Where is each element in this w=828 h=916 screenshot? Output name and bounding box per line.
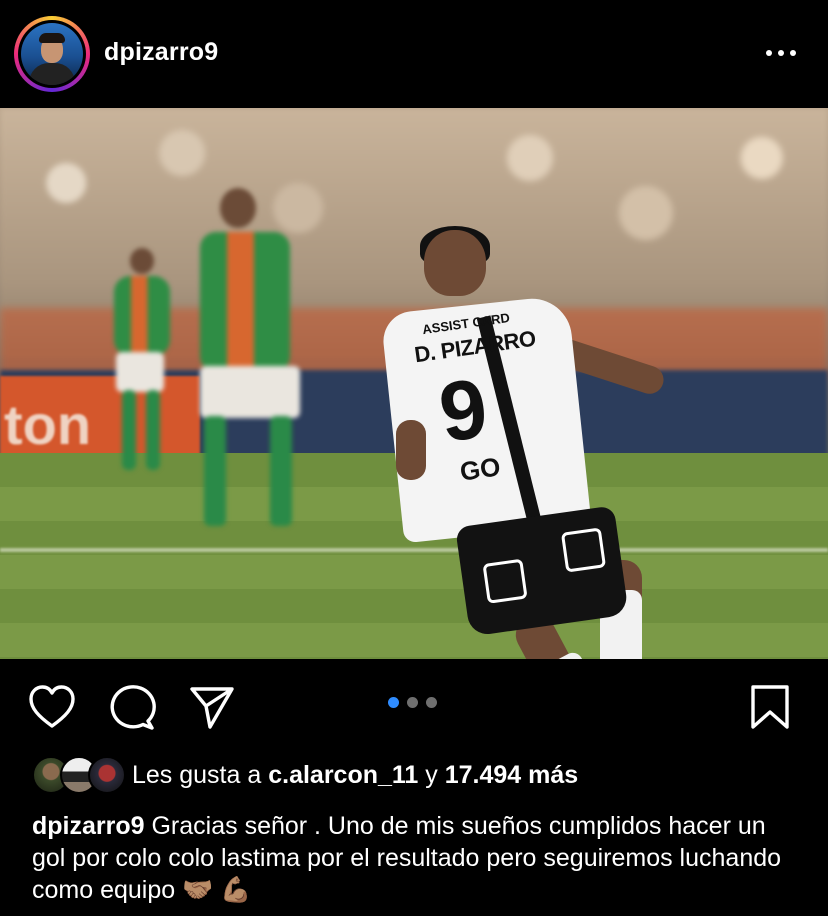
avatar-border — [18, 20, 86, 88]
liker-avatars[interactable] — [32, 756, 126, 794]
caption-text: Gracias señor . Uno de mis sueños cumpli… — [32, 812, 782, 904]
player-head — [424, 230, 486, 296]
shorts-logo-icon — [560, 527, 607, 573]
carousel-dot-active[interactable] — [388, 697, 399, 708]
opponent-player-near — [190, 188, 310, 538]
post-header: dpizarro9 — [0, 0, 828, 108]
main-player: ASSIST CARD D. PIZARRO 9 GO — [380, 226, 680, 659]
more-options-icon[interactable] — [766, 50, 802, 60]
more-dot — [766, 50, 772, 56]
bookmark-icon[interactable] — [748, 684, 792, 730]
carousel-indicator — [388, 697, 448, 709]
avatar-shirt — [29, 63, 75, 85]
post-username[interactable]: dpizarro9 — [104, 38, 218, 67]
liker-avatar — [88, 756, 126, 794]
avatar-hair — [39, 33, 65, 43]
story-ring[interactable] — [14, 16, 90, 92]
likes-conjunction: y — [425, 761, 438, 789]
post-caption: dpizarro9 Gracias señor . Uno de mis sue… — [32, 810, 802, 906]
ad-board-text: ton — [4, 393, 92, 456]
shorts-logo-icon — [482, 558, 528, 604]
more-dot — [790, 50, 796, 56]
paper-plane-icon[interactable] — [188, 684, 236, 730]
carousel-dot[interactable] — [426, 697, 437, 708]
liker-username[interactable]: c.alarcon_11 — [268, 761, 418, 789]
comment-icon[interactable] — [108, 684, 156, 730]
likes-count[interactable]: 17.494 más — [445, 761, 578, 789]
opponent-player-far — [108, 248, 178, 478]
player-shorts — [455, 505, 629, 637]
heart-icon[interactable] — [28, 684, 76, 730]
player-arm — [396, 420, 426, 480]
caption-username[interactable]: dpizarro9 — [32, 812, 145, 840]
more-dot — [778, 50, 784, 56]
avatar[interactable] — [21, 23, 83, 85]
likes-prefix: Les gusta a — [132, 761, 262, 789]
carousel-dot[interactable] — [407, 697, 418, 708]
likes-summary[interactable]: Les gusta a c.alarcon_11 y 17.494 más — [132, 761, 578, 790]
jersey-chest-logo: GO — [458, 451, 503, 487]
post-photo[interactable]: ton ASSIST CARD D. PIZARRO 9 GO — [0, 108, 828, 659]
